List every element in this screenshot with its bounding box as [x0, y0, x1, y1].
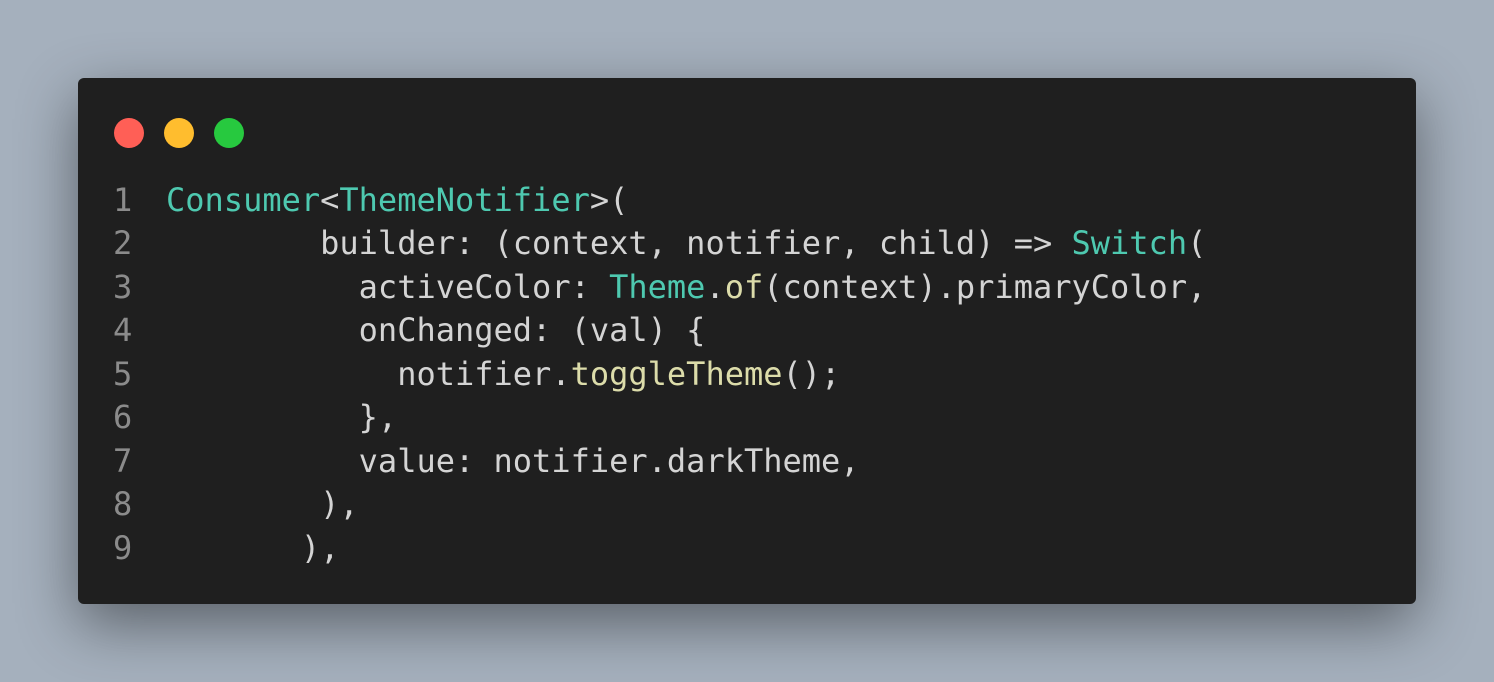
line-number: 7 [113, 442, 133, 480]
code-token: onChanged: (val) { [166, 311, 706, 349]
line-source: activeColor: Theme.of(context).primaryCo… [166, 265, 1207, 309]
line-source: value: notifier.darkTheme, [166, 439, 860, 483]
line-source: }, [166, 395, 398, 439]
code-token: builder: (context, notifier, child) => [166, 224, 1072, 262]
line-number: 5 [113, 355, 133, 393]
code-token: Switch [1071, 224, 1188, 262]
line-source: ), [166, 526, 340, 570]
line-source: notifier.toggleTheme(); [166, 352, 840, 396]
line-number: 9 [113, 529, 133, 567]
code-window: 1 Consumer<ThemeNotifier>( 2 builder: (con… [78, 78, 1416, 604]
zoom-dot-icon[interactable] [214, 118, 244, 148]
code-token: ThemeNotifier [339, 181, 590, 219]
code-token: Consumer [166, 181, 321, 219]
code-token: >( [589, 181, 629, 219]
code-token: ), [166, 485, 359, 523]
minimize-dot-icon[interactable] [164, 118, 194, 148]
code-token: of [724, 268, 764, 306]
code-token: (); [782, 355, 841, 393]
line-source: Consumer<ThemeNotifier>( [166, 178, 628, 222]
line-number: 2 [113, 224, 133, 262]
code-token: < [320, 181, 340, 219]
code-token: activeColor: [166, 268, 610, 306]
line-number: 6 [113, 398, 133, 436]
code-token: (context).primaryColor, [763, 268, 1207, 306]
code-token: notifier. [166, 355, 571, 393]
line-source: ), [166, 482, 359, 526]
code-token: value: notifier.darkTheme, [166, 442, 860, 480]
code-token: toggleTheme [570, 355, 783, 393]
code-token: ( [1187, 224, 1207, 262]
line-number: 1 [113, 181, 133, 219]
line-source: builder: (context, notifier, child) => S… [166, 221, 1206, 265]
line-number: 4 [113, 311, 133, 349]
code-token: . [705, 268, 725, 306]
line-number: 8 [113, 485, 133, 523]
code-token: ), [166, 529, 340, 567]
line-source: onChanged: (val) { [166, 308, 706, 352]
close-dot-icon[interactable] [114, 118, 144, 148]
code-token: Theme [609, 268, 706, 306]
code-token: }, [166, 398, 398, 436]
line-number: 3 [113, 268, 133, 306]
